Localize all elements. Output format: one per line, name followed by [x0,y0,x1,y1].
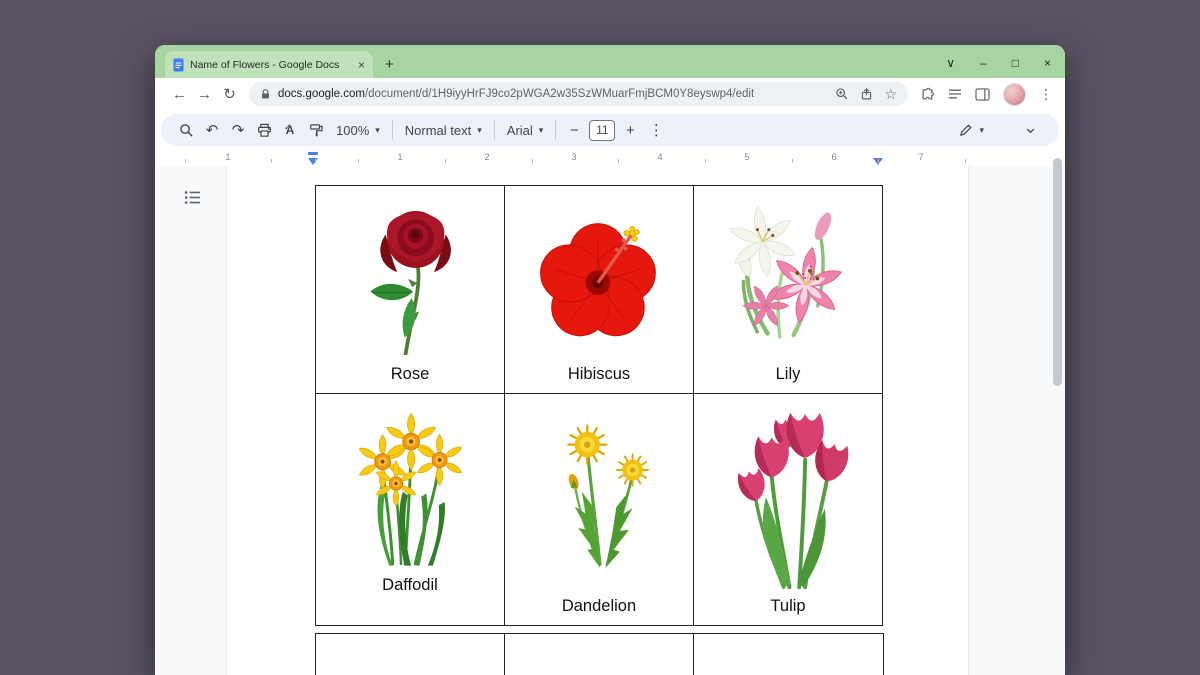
flower-label[interactable]: Hibiscus [568,365,630,393]
extension-action-icon[interactable] [948,88,962,100]
new-tab-button[interactable]: + [385,57,394,72]
close-button[interactable]: × [1044,57,1051,69]
forward-button[interactable]: → [192,86,217,103]
window-controls: ∨ – □ × [946,57,1051,69]
document-scrollbar[interactable] [1053,158,1062,386]
zoom-select[interactable]: 100%▾ [329,123,387,138]
ruler-number: 1 [225,152,230,162]
search-menus-icon[interactable] [173,117,199,143]
side-panel-icon[interactable] [975,88,990,101]
left-indent-marker[interactable] [308,158,318,165]
font-family-select[interactable]: Arial▾ [500,123,551,138]
browser-titlebar[interactable]: Name of Flowers - Google Docs × + ∨ – □ … [155,45,1065,78]
flower-label[interactable]: Dandelion [562,597,636,625]
undo-button[interactable]: ↶ [199,117,225,143]
font-size-increase-button[interactable]: + [617,117,643,143]
tab-close-icon[interactable]: × [358,59,365,71]
table-cell[interactable]: Tulip [694,394,883,626]
daffodil-flower-image[interactable] [316,394,504,576]
print-icon[interactable] [251,117,277,143]
window-menu-chevron-icon[interactable]: ∨ [946,57,955,69]
table-cell[interactable] [316,634,505,675]
browser-window: Name of Flowers - Google Docs × + ∨ – □ … [155,45,1065,675]
document-outline-icon[interactable] [184,190,201,205]
font-size-input[interactable]: 11 [589,120,615,141]
tulip-flower-image[interactable] [694,394,882,597]
paragraph-style-select[interactable]: Normal text▾ [398,123,489,138]
lily-flower-image[interactable] [694,186,882,365]
extensions-puzzle-icon[interactable] [920,87,935,102]
ruler-number: 1 [397,152,402,162]
ruler-number: 4 [657,152,662,162]
table-cell[interactable] [694,634,883,675]
ruler-number: 5 [744,152,749,162]
flower-label[interactable]: Lily [776,365,801,393]
flower-table: Rose Hibiscus [315,185,883,626]
table-cell[interactable] [505,634,694,675]
docs-header: ↶ ↷ A✓ 100%▾ Normal text▾ Arial▾ − 11 + … [155,110,1065,150]
table-cell[interactable]: Dandelion [505,394,694,626]
tab-title: Name of Flowers - Google Docs [190,59,352,71]
toolbar-more-icon[interactable]: ⋮ [643,117,669,143]
ruler[interactable]: 1 1 2 3 4 5 6 7 [155,150,1065,167]
lock-icon [260,88,271,100]
dandelion-flower-image[interactable] [505,394,693,597]
back-button[interactable]: ← [167,86,192,103]
chrome-actions: ⋮ [915,83,1053,106]
url-text: docs.google.com/document/d/1H9iyyHrFJ9co… [278,88,754,100]
hibiscus-flower-image[interactable] [505,186,693,365]
share-icon[interactable] [860,87,873,101]
docs-file-icon [173,58,184,72]
url-omnibox[interactable]: docs.google.com/document/d/1H9iyyHrFJ9co… [249,82,908,106]
ruler-number: 7 [918,152,923,162]
ruler-number: 2 [484,152,489,162]
reload-button[interactable]: ↻ [217,85,242,103]
font-size-decrease-button[interactable]: − [561,117,587,143]
spellcheck-icon[interactable]: A✓ [277,117,303,143]
bookmark-star-icon[interactable]: ☆ [884,87,897,101]
profile-avatar[interactable] [1003,83,1026,106]
rose-flower-image[interactable] [316,186,504,365]
flower-label[interactable]: Daffodil [382,576,438,625]
address-bar: ← → ↻ docs.google.com/document/d/1H9iyyH… [155,78,1065,110]
ruler-number: 6 [831,152,836,162]
flower-label[interactable]: Rose [391,365,430,393]
redo-button[interactable]: ↷ [225,117,251,143]
docs-toolbar: ↶ ↷ A✓ 100%▾ Normal text▾ Arial▾ − 11 + … [161,114,1059,146]
minimize-button[interactable]: – [980,57,987,69]
table-cell[interactable]: Lily [694,186,883,394]
editing-mode-select[interactable]: ▾ [952,123,991,137]
flower-table-next-row[interactable] [315,633,884,675]
first-line-indent-marker[interactable] [308,152,318,155]
table-cell[interactable]: Hibiscus [505,186,694,394]
flower-label[interactable]: Tulip [770,597,805,625]
hide-menus-chevron-icon[interactable] [1017,117,1043,143]
table-cell[interactable]: Daffodil [316,394,505,626]
document-workspace: Rose Hibiscus [155,166,1065,675]
ruler-number: 3 [571,152,576,162]
maximize-button[interactable]: □ [1012,57,1019,69]
browser-tab[interactable]: Name of Flowers - Google Docs × [165,51,373,78]
browser-menu-icon[interactable]: ⋮ [1039,87,1053,101]
zoom-page-icon[interactable] [835,87,849,101]
table-cell[interactable]: Rose [316,186,505,394]
paint-format-icon[interactable] [303,117,329,143]
